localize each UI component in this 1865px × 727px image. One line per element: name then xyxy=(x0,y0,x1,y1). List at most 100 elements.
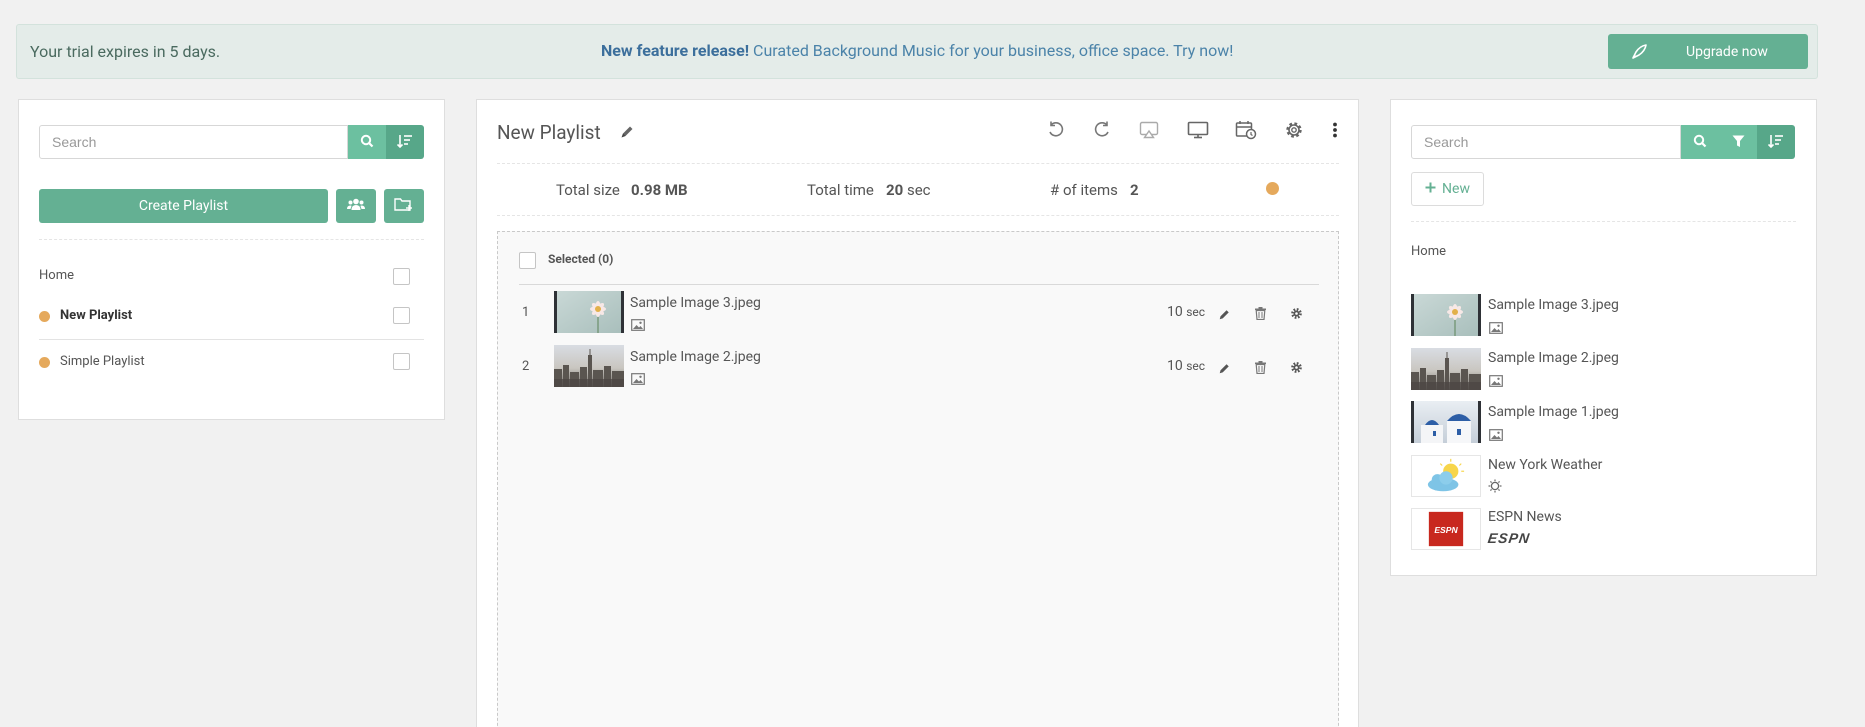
redo-icon xyxy=(1093,121,1111,143)
total-size-number: 0.98 MB xyxy=(631,181,688,199)
playlist-dropzone[interactable]: Selected (0) 1 Sample Image 3.jpeg 10 se… xyxy=(497,231,1339,727)
media-title[interactable]: Sample Image 2.jpeg xyxy=(1488,350,1619,366)
media-filter-button[interactable] xyxy=(1719,125,1757,159)
total-time-value: 20 sec xyxy=(886,181,931,199)
image-icon xyxy=(631,370,645,389)
item-title[interactable]: Sample Image 2.jpeg xyxy=(630,349,761,365)
playlist-search-input[interactable] xyxy=(39,125,348,159)
upgrade-now-label: Upgrade now xyxy=(1686,43,1768,60)
schedule-button[interactable] xyxy=(1234,120,1258,144)
playlist-editor-panel: New Playlist Total size 0.98 MB Total ti… xyxy=(476,99,1359,727)
new-media-label: New xyxy=(1442,181,1470,197)
media-title[interactable]: ESPN News xyxy=(1488,509,1562,525)
calendar-clock-icon xyxy=(1235,120,1257,144)
home-checkbox[interactable] xyxy=(393,268,410,285)
divider xyxy=(1411,221,1796,222)
trial-expiry-text: Your trial expires in 5 days. xyxy=(30,42,221,61)
item-thumbnail xyxy=(554,345,624,387)
status-dot xyxy=(39,357,50,368)
image-icon xyxy=(631,316,645,335)
playlist-checkbox[interactable] xyxy=(393,353,410,370)
more-vertical-icon xyxy=(1332,122,1338,142)
row-index: 1 xyxy=(522,305,530,320)
airplay-icon xyxy=(1139,121,1159,143)
item-duration-unit: sec xyxy=(1186,305,1206,319)
media-thumbnail xyxy=(1411,401,1481,443)
espn-logo-icon: ESPN xyxy=(1486,530,1532,546)
search-icon xyxy=(1693,133,1707,152)
redo-button[interactable] xyxy=(1090,120,1114,144)
item-duration[interactable]: 10 sec xyxy=(1167,358,1205,374)
home-folder-label[interactable]: Home xyxy=(39,268,74,283)
item-duration[interactable]: 10 sec xyxy=(1167,304,1205,320)
cast-button[interactable] xyxy=(1137,120,1161,144)
undo-icon xyxy=(1047,121,1065,143)
folder-plus-icon xyxy=(394,196,414,216)
status-dot xyxy=(39,311,50,322)
feature-announcement[interactable]: New feature release! Curated Background … xyxy=(601,41,1233,60)
undo-button[interactable] xyxy=(1044,120,1068,144)
sun-icon xyxy=(1488,478,1502,497)
create-playlist-button[interactable]: Create Playlist xyxy=(39,189,328,223)
settings-button[interactable] xyxy=(1282,120,1306,144)
edit-pencil-icon[interactable] xyxy=(1218,306,1230,325)
media-thumbnail xyxy=(1411,508,1481,550)
media-search-input[interactable] xyxy=(1411,125,1681,159)
home-folder-label[interactable]: Home xyxy=(1411,244,1446,259)
media-search-button[interactable] xyxy=(1681,125,1719,159)
item-count-label: # of items xyxy=(1050,181,1118,199)
media-title[interactable]: Sample Image 3.jpeg xyxy=(1488,297,1619,313)
feature-announcement-bold[interactable]: New feature release! xyxy=(601,41,749,60)
feature-announcement-text[interactable]: Curated Background Music for your busine… xyxy=(749,41,1233,60)
group-playlists-button[interactable] xyxy=(336,189,376,223)
trial-banner: Your trial expires in 5 days. New featur… xyxy=(16,24,1818,79)
item-count-value: 2 xyxy=(1130,181,1139,199)
total-size-value: 0.98 MB xyxy=(631,181,688,199)
media-thumbnail xyxy=(1411,348,1481,390)
sort-icon xyxy=(396,133,413,152)
media-library-panel: New Home Sample Image 3.jpeg Sample Imag… xyxy=(1390,99,1817,576)
divider xyxy=(39,239,424,240)
filter-icon xyxy=(1732,133,1745,152)
image-icon xyxy=(1489,372,1503,391)
playlist-checkbox[interactable] xyxy=(393,307,410,324)
trash-icon[interactable] xyxy=(1255,359,1266,378)
media-sort-button[interactable] xyxy=(1757,125,1795,159)
divider xyxy=(497,163,1339,164)
total-time-label: Total time xyxy=(807,181,874,199)
item-title[interactable]: Sample Image 3.jpeg xyxy=(630,295,761,311)
item-duration-unit: sec xyxy=(1186,359,1206,373)
users-icon xyxy=(347,198,365,215)
divider xyxy=(497,215,1339,216)
image-icon xyxy=(1489,426,1503,445)
search-icon xyxy=(360,133,374,152)
new-media-button[interactable]: New xyxy=(1411,172,1484,206)
item-duration-number: 10 xyxy=(1167,304,1183,320)
media-thumbnail xyxy=(1411,455,1481,497)
divider xyxy=(519,284,1319,285)
preview-screen-button[interactable] xyxy=(1186,120,1210,144)
select-all-checkbox[interactable] xyxy=(519,252,536,269)
trash-icon[interactable] xyxy=(1255,305,1266,324)
sort-icon xyxy=(1767,133,1784,152)
playlist-item-name[interactable]: New Playlist xyxy=(60,308,132,323)
playlist-sort-button[interactable] xyxy=(386,125,424,159)
item-duration-number: 10 xyxy=(1167,358,1183,374)
image-icon xyxy=(1489,319,1503,338)
gear-icon[interactable] xyxy=(1290,305,1303,324)
plus-icon xyxy=(1425,181,1436,197)
gear-icon[interactable] xyxy=(1290,359,1303,378)
upgrade-now-button[interactable]: Upgrade now xyxy=(1608,34,1808,69)
media-thumbnail xyxy=(1411,294,1481,336)
playlist-item-name[interactable]: Simple Playlist xyxy=(60,354,145,369)
playlist-search-button[interactable] xyxy=(348,125,386,159)
playlist-list-panel: Create Playlist Home New Playlist Simple… xyxy=(18,99,445,420)
edit-pencil-icon[interactable] xyxy=(620,124,634,143)
item-thumbnail xyxy=(554,291,624,333)
new-folder-button[interactable] xyxy=(384,189,424,223)
media-title[interactable]: Sample Image 1.jpeg xyxy=(1488,404,1619,420)
status-dot xyxy=(1266,182,1279,195)
media-title[interactable]: New York Weather xyxy=(1488,457,1602,473)
more-options-button[interactable] xyxy=(1323,120,1347,144)
edit-pencil-icon[interactable] xyxy=(1218,360,1230,379)
